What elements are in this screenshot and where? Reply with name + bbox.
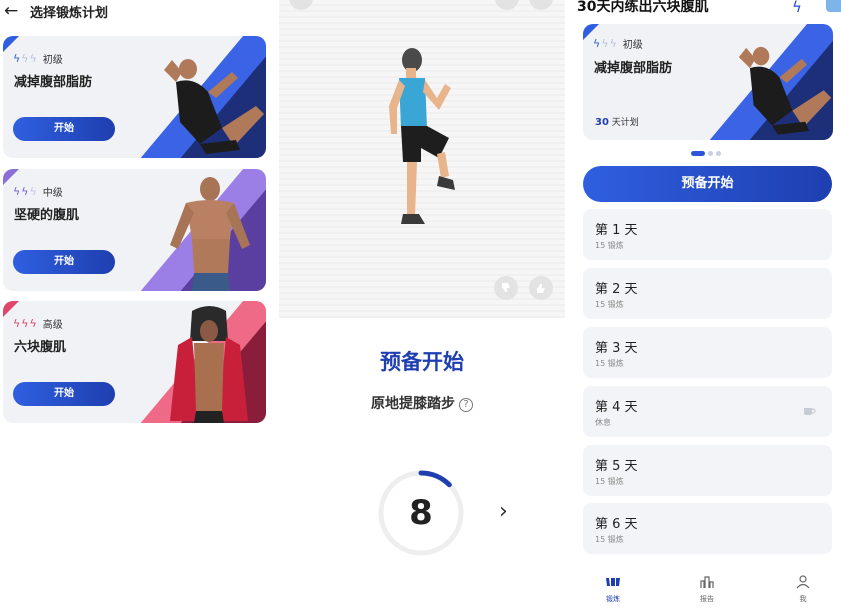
bolt-icon: ϟ	[21, 316, 29, 330]
bolt-icon: ϟ	[21, 51, 29, 65]
bolt-icon[interactable]: ϟ	[792, 0, 802, 16]
user-icon	[796, 575, 810, 589]
dumbbell-icon	[606, 578, 620, 586]
bolt-icon: ϟ	[29, 316, 37, 330]
plan-days-label: 天计划	[611, 118, 639, 128]
day-title: 第 6 天	[595, 517, 638, 532]
bolt-icon: ϟ	[609, 36, 617, 50]
day-subtitle: 15 锻炼	[595, 300, 624, 309]
level-label: 初级	[622, 40, 643, 51]
level-indicator: ϟ ϟ ϟ 高级	[13, 316, 63, 331]
bolt-icon: ϟ	[13, 184, 21, 198]
carousel-dot[interactable]	[691, 151, 705, 156]
ad-icon[interactable]	[826, 0, 841, 12]
bar-chart-icon	[700, 576, 714, 588]
ready-start-button[interactable]: 预备开始	[583, 166, 832, 202]
plan-title: 坚硬的腹肌	[14, 208, 80, 223]
day-title: 第 3 天	[595, 341, 638, 356]
next-arrow-icon[interactable]: ›	[499, 499, 508, 524]
day-title: 第 4 天	[595, 400, 638, 415]
carousel-dot[interactable]	[708, 151, 713, 156]
plan-title: 减掉腹部脂肪	[14, 75, 93, 90]
level-label: 中级	[42, 188, 63, 199]
nav-item-me[interactable]: 我	[783, 574, 823, 604]
plan-card-beginner[interactable]: ϟ ϟ ϟ 初级 减掉腹部脂肪 开始	[3, 36, 266, 158]
day-title: 第 5 天	[595, 459, 638, 474]
carousel-dot[interactable]	[716, 151, 721, 156]
start-button[interactable]: 开始	[13, 250, 115, 274]
level-label: 初级	[42, 55, 63, 66]
plan-detail-title: 30天内练出六块腹肌	[577, 0, 709, 15]
day-subtitle: 15 锻炼	[595, 359, 624, 368]
athlete-hoodie-image	[170, 306, 248, 423]
day-card[interactable]: 第 3 天 15 锻炼	[583, 327, 832, 378]
settings-icon[interactable]	[529, 0, 553, 10]
music-icon[interactable]	[495, 0, 519, 10]
high-knee-figure	[389, 48, 455, 224]
start-button[interactable]: 开始	[13, 117, 115, 141]
plan-days-number: 30	[595, 117, 609, 128]
coffee-cup-icon	[804, 408, 816, 415]
carousel-dots	[691, 151, 721, 156]
plan-header: ← 选择锻炼计划	[0, 0, 275, 24]
plan-title: 六块腹肌	[14, 340, 67, 355]
nav-label: 报告	[700, 595, 714, 603]
exercise-ready-screen: 预备开始 原地提膝踏步? 8 ›	[279, 0, 565, 615]
level-corner	[3, 301, 19, 317]
day-subtitle: 休息	[595, 418, 611, 427]
nav-label: 锻炼	[606, 595, 620, 603]
bolt-icon: ϟ	[29, 51, 37, 65]
help-icon[interactable]: ?	[459, 398, 473, 412]
start-button[interactable]: 开始	[13, 382, 115, 406]
level-label: 高级	[42, 320, 63, 331]
plan-card-advanced[interactable]: ϟ ϟ ϟ 高级 六块腹肌 开始	[3, 301, 266, 423]
plan-card-intermediate[interactable]: ϟ ϟ ϟ 中级 坚硬的腹肌 开始	[3, 169, 266, 291]
bolt-icon: ϟ	[13, 316, 21, 330]
thumb-down-icon[interactable]	[494, 276, 518, 300]
bolt-icon: ϟ	[593, 36, 601, 50]
arrow-left-icon[interactable]: ←	[4, 0, 18, 22]
plan-banner[interactable]: ϟ ϟ ϟ 初级 减掉腹部脂肪 30 天计划	[583, 24, 833, 140]
thumb-up-icon[interactable]	[529, 276, 553, 300]
level-indicator: ϟ ϟ ϟ 初级	[13, 51, 63, 66]
bolt-icon: ϟ	[29, 184, 37, 198]
day-card[interactable]: 第 6 天 15 锻炼	[583, 503, 832, 554]
exercise-name-row: 原地提膝踏步?	[279, 393, 565, 413]
page-title: 选择锻炼计划	[30, 6, 109, 21]
bolt-icon: ϟ	[601, 36, 609, 50]
plan-duration: 30 天计划	[595, 115, 639, 128]
ready-title: 预备开始	[380, 350, 464, 374]
close-icon[interactable]	[289, 0, 313, 10]
day-subtitle: 15 锻炼	[595, 477, 624, 486]
bottom-nav: 锻炼 报告 我	[573, 566, 841, 615]
athlete-abs-image	[170, 177, 250, 291]
countdown-number: 8	[409, 493, 433, 533]
exercise-animation	[279, 0, 565, 318]
nav-label: 我	[799, 595, 807, 603]
plan-detail-screen: 30天内练出六块腹肌 ϟ ϟ ϟ ϟ 初级 减掉腹部脂肪 30 天计划 预备开始…	[573, 0, 841, 615]
nav-item-workout[interactable]: 锻炼	[593, 574, 633, 604]
day-card[interactable]: 第 1 天 15 锻炼	[583, 209, 832, 260]
athlete-crunch-image	[164, 59, 264, 154]
day-subtitle: 15 锻炼	[595, 241, 624, 250]
bolt-icon: ϟ	[13, 51, 21, 65]
level-indicator: ϟ ϟ ϟ 初级	[593, 36, 643, 51]
level-indicator: ϟ ϟ ϟ 中级	[13, 184, 63, 199]
day-card[interactable]: 第 4 天 休息	[583, 386, 832, 437]
plan-title: 减掉腹部脂肪	[594, 61, 673, 76]
day-title: 第 2 天	[595, 282, 638, 297]
exercise-name: 原地提膝踏步	[371, 396, 455, 412]
day-title: 第 1 天	[595, 223, 638, 238]
day-card[interactable]: 第 2 天 15 锻炼	[583, 268, 832, 319]
nav-item-report[interactable]: 报告	[687, 574, 727, 604]
day-subtitle: 15 锻炼	[595, 535, 624, 544]
countdown-timer: 8	[377, 469, 465, 557]
level-corner	[3, 36, 19, 52]
level-corner	[3, 169, 19, 185]
athlete-crunch-image	[738, 46, 832, 135]
day-card[interactable]: 第 5 天 15 锻炼	[583, 445, 832, 496]
bolt-icon: ϟ	[21, 184, 29, 198]
